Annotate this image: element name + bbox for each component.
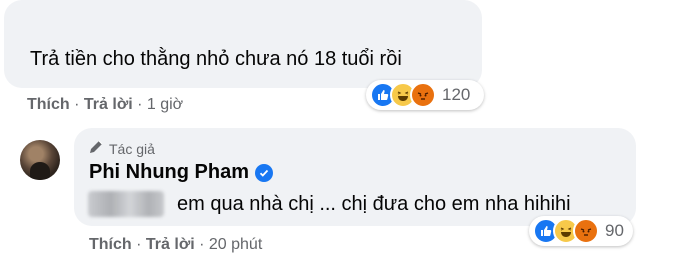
- reply-link[interactable]: Trả lời: [84, 96, 133, 113]
- verified-icon: [255, 163, 273, 182]
- comment-text: em qua nhà chị ... chị đưa cho em nha hi…: [177, 193, 571, 215]
- author-name[interactable]: Phi Nhung Pham: [89, 161, 273, 184]
- angry-icon: [410, 82, 436, 108]
- reply-link[interactable]: Trả lời: [146, 236, 195, 253]
- comment-bubble: Trả tiền cho thằng nhỏ chưa nó 18 tuổi r…: [4, 0, 482, 88]
- timestamp[interactable]: 1 giờ: [147, 96, 183, 113]
- avatar[interactable]: [20, 140, 60, 180]
- angry-icon: [573, 218, 599, 244]
- comment-actions: Thích · Trả lời · 1 giờ: [27, 96, 184, 113]
- timestamp[interactable]: 20 phút: [209, 236, 262, 253]
- like-link[interactable]: Thích: [27, 96, 70, 113]
- reaction-count: 120: [442, 85, 471, 104]
- badge-label: Tác giả: [109, 140, 155, 157]
- reaction-summary[interactable]: 90: [529, 216, 633, 246]
- reaction-count: 90: [605, 221, 624, 240]
- comment-text: Trả tiền cho thằng nhỏ chưa nó 18 tuổi r…: [30, 48, 402, 70]
- pen-icon: [88, 139, 104, 158]
- blurred-mention: [88, 191, 164, 217]
- reaction-summary[interactable]: 120: [366, 80, 484, 110]
- author-badge: Tác giả: [88, 139, 155, 158]
- comment-actions: Thích · Trả lời · 20 phút: [89, 236, 263, 253]
- like-link[interactable]: Thích: [89, 236, 132, 253]
